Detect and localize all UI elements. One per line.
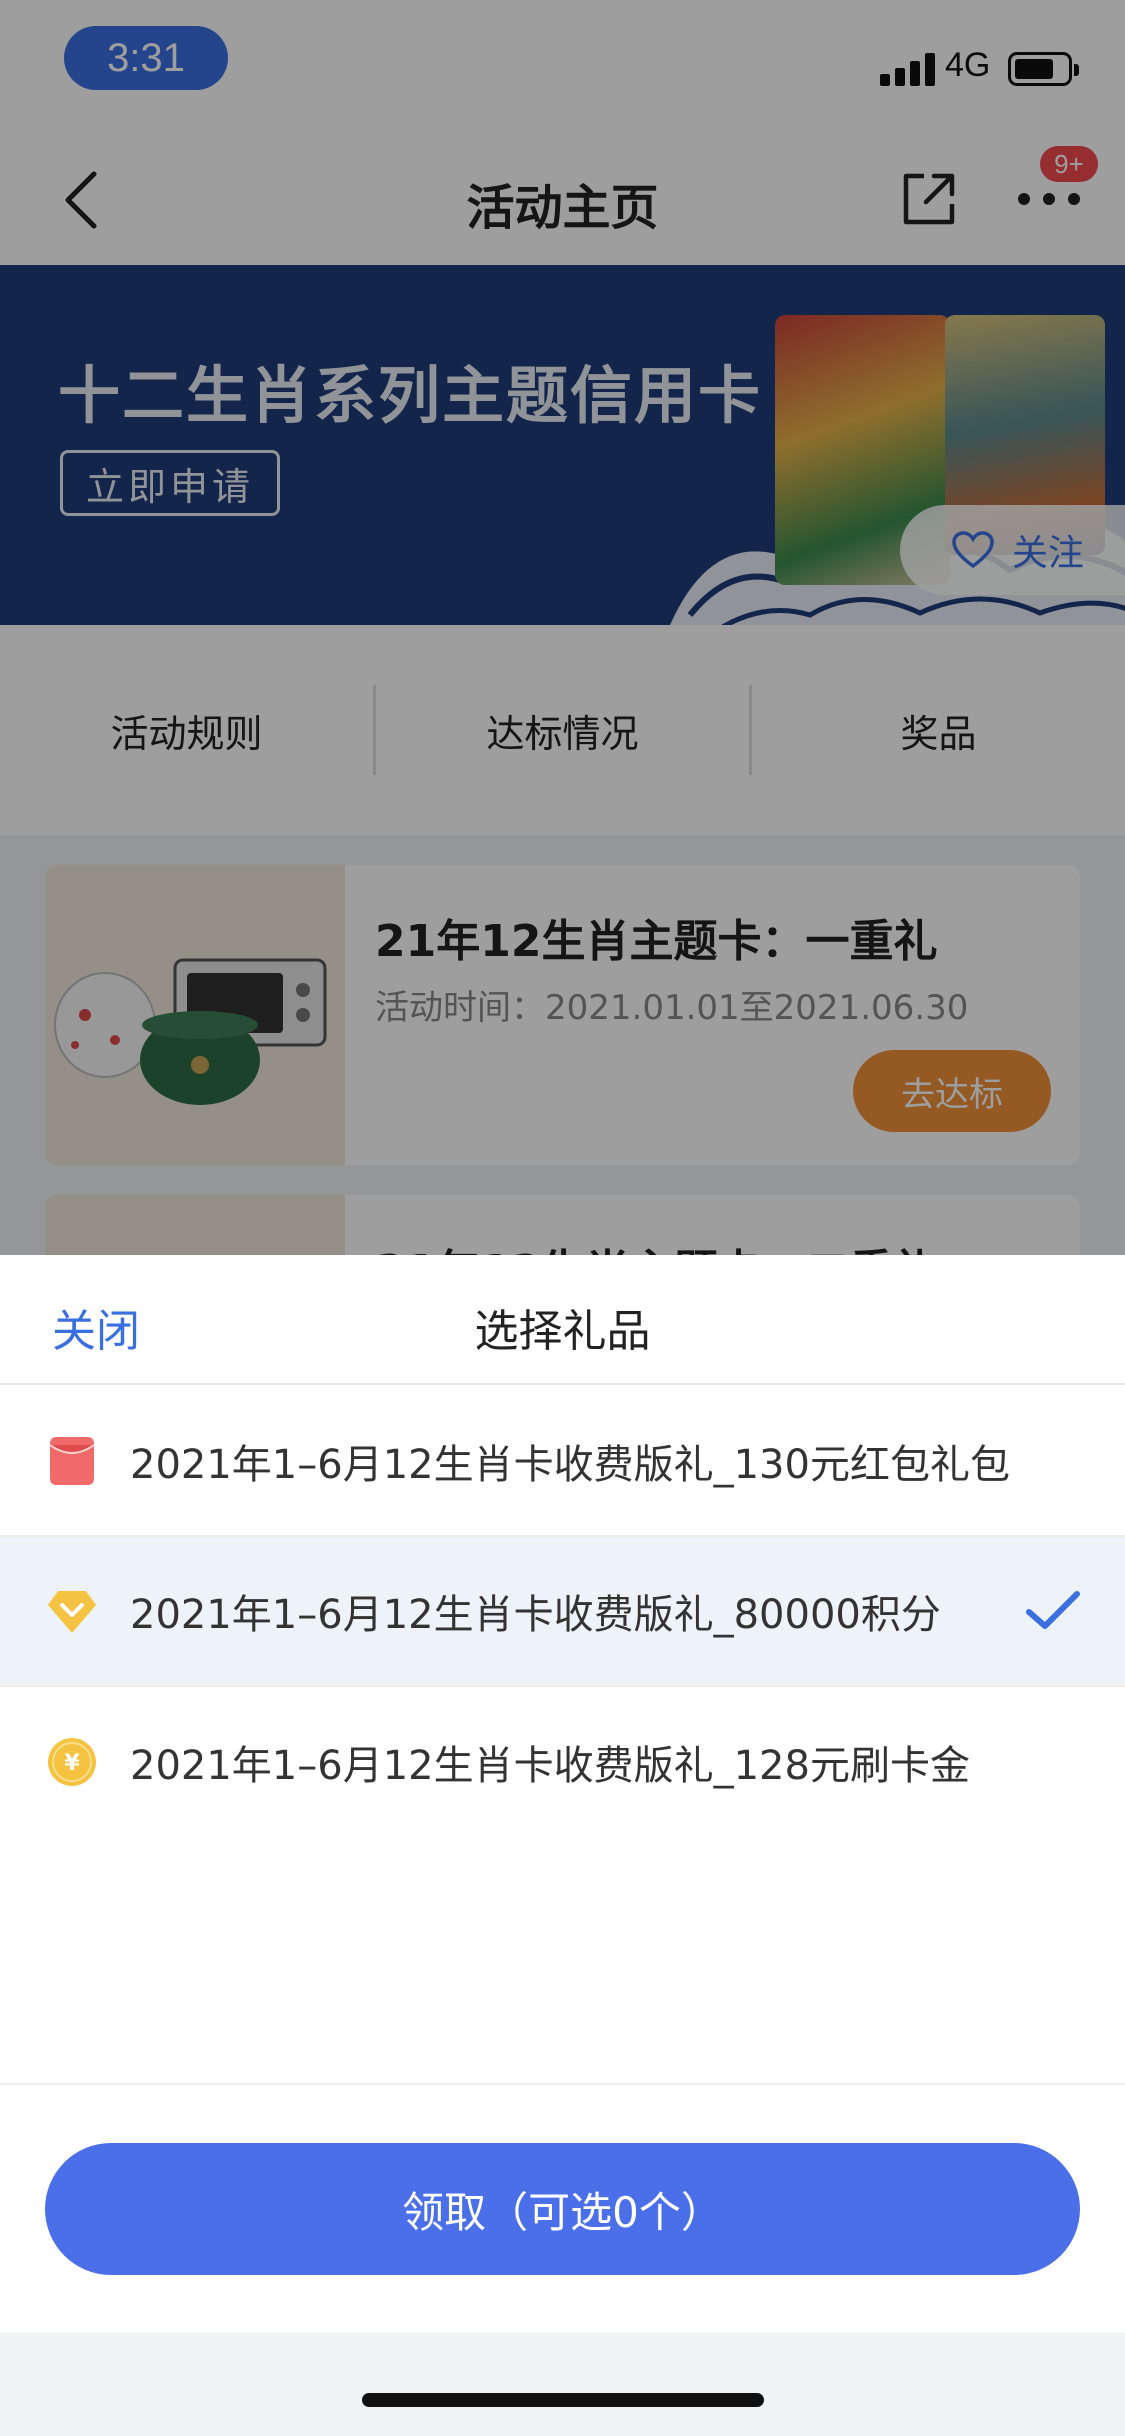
- gift-label: 2021年1–6月12生肖卡收费版礼_130元红包礼包: [130, 1442, 1010, 1488]
- gift-selection-sheet: 关闭 选择礼品 2021年1–6月12生肖卡收费版礼_130元红包礼包 2021…: [0, 1255, 1125, 2436]
- yuan-coin-icon: ¥: [48, 1738, 96, 1786]
- points-diamond-icon: [48, 1591, 96, 1633]
- svg-text:¥: ¥: [64, 1751, 80, 1776]
- modal-overlay[interactable]: [0, 0, 1125, 1255]
- claim-area: 领取（可选0个）: [0, 2083, 1125, 2333]
- red-envelope-icon: [49, 1437, 95, 1485]
- gift-option[interactable]: 2021年1–6月12生肖卡收费版礼_80000积分: [0, 1537, 1125, 1687]
- claim-button[interactable]: 领取（可选0个）: [45, 2143, 1080, 2275]
- gift-option[interactable]: 2021年1–6月12生肖卡收费版礼_130元红包礼包: [0, 1387, 1125, 1537]
- gift-label: 2021年1–6月12生肖卡收费版礼_128元刷卡金: [130, 1743, 970, 1789]
- sheet-header: 关闭 选择礼品: [0, 1255, 1125, 1385]
- checkmark-icon: [1026, 1591, 1080, 1629]
- home-indicator[interactable]: [362, 2393, 764, 2407]
- gift-option[interactable]: ¥ 2021年1–6月12生肖卡收费版礼_128元刷卡金: [0, 1687, 1125, 1837]
- sheet-title: 选择礼品: [474, 1306, 651, 1357]
- home-indicator-area: [0, 2333, 1125, 2436]
- gift-label: 2021年1–6月12生肖卡收费版礼_80000积分: [130, 1592, 941, 1638]
